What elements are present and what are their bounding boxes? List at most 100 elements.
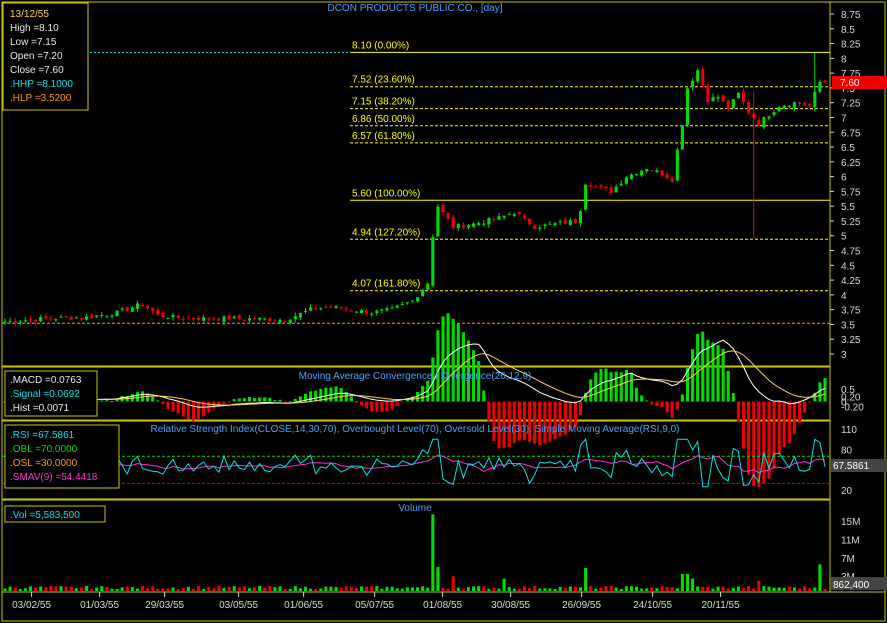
fib-level-label: 5.60 (100.00%) <box>352 188 420 199</box>
candle-body <box>263 318 267 320</box>
date-tick-label: 05/07/55 <box>355 600 394 611</box>
candle-body <box>517 212 521 215</box>
candle-body <box>792 102 796 108</box>
macd-histogram-bar <box>808 401 812 403</box>
candle-body <box>782 105 786 109</box>
price-tick-label: 5.5 <box>841 202 855 213</box>
info-close: Close =7.60 <box>10 65 64 76</box>
candle-body <box>528 218 532 225</box>
macd-histogram-bar <box>278 399 282 402</box>
macd-histogram-bar <box>166 401 170 410</box>
volume-bar <box>74 588 78 591</box>
rsi-value: .RSI =67.5861 <box>10 430 75 441</box>
macd-histogram-bar <box>650 401 654 405</box>
volume-bar <box>151 586 155 591</box>
candle-body <box>691 80 695 88</box>
volume-bar <box>49 586 53 591</box>
macd-axis: 0.50.200-0.20 <box>841 385 864 414</box>
volume-bar <box>716 586 720 591</box>
volume-bar <box>660 586 664 591</box>
macd-histogram-bar <box>512 401 516 444</box>
volume-bar <box>232 586 236 591</box>
panel-frames <box>1 1 886 622</box>
axis-column-frame <box>829 1 886 593</box>
candle-body <box>23 320 27 322</box>
volume-axis: 15M11M7M3M <box>841 517 860 583</box>
volume-bar <box>502 578 506 591</box>
info-high: High =8.10 <box>10 23 59 34</box>
candle-body <box>370 313 374 315</box>
candle-body <box>808 103 812 106</box>
candle-body <box>120 308 124 310</box>
macd-histogram-bar <box>492 401 496 442</box>
candle-body <box>18 321 22 323</box>
date-tick-label: 03/02/55 <box>12 600 51 611</box>
candle-body <box>777 107 781 112</box>
macd-histogram-bar <box>196 401 201 421</box>
rsi-smav-value: .SMAV(9) =54.4418 <box>10 472 98 483</box>
macd-histogram-bar <box>721 348 725 402</box>
candle-body <box>655 170 659 173</box>
volume-bar <box>645 588 649 591</box>
volume-bar <box>482 586 486 591</box>
candle-body <box>762 117 766 128</box>
volume-bar <box>140 585 145 591</box>
price-tick-label: 3.25 <box>841 335 861 346</box>
macd-histogram-bar <box>528 401 532 442</box>
macd-histogram-bar <box>365 401 369 409</box>
macd-histogram-bar <box>222 401 226 404</box>
volume-bar <box>339 587 343 591</box>
volume-bar <box>808 588 812 591</box>
candle-body <box>696 70 700 82</box>
candle-body <box>410 300 414 302</box>
candle-body <box>217 318 221 321</box>
macd-histogram-bar <box>578 401 583 416</box>
candle-body <box>400 304 404 306</box>
volume-bar <box>222 587 226 591</box>
candle-body <box>69 317 73 320</box>
macd-histogram-bar <box>227 401 231 403</box>
volume-bar <box>23 588 27 591</box>
candle-body <box>558 221 562 223</box>
volume-bar <box>665 586 669 591</box>
price-tick-label: 6 <box>841 173 847 184</box>
candle-body <box>329 306 333 308</box>
candle-body <box>706 85 710 103</box>
candle-body <box>354 311 358 313</box>
price-axis: 8.758.58.2587.757.57.2576.756.56.2565.75… <box>830 10 861 361</box>
rsi-title: Relative Strength Index(CLOSE,14,30,70),… <box>151 424 680 435</box>
volume-bar <box>466 587 471 591</box>
candle-body <box>390 307 394 309</box>
volume-bar <box>772 587 776 591</box>
candle-body <box>660 170 664 176</box>
volume-bar <box>100 586 104 591</box>
macd-histogram-bar <box>288 401 292 403</box>
candle-body <box>79 318 83 320</box>
macd-value: .MACD =0.0763 <box>10 375 82 386</box>
macd-histogram-bar <box>370 401 374 412</box>
candle-body <box>278 319 282 323</box>
candle-body <box>645 169 649 172</box>
volume-bar <box>54 586 58 591</box>
volume-bar <box>487 588 491 591</box>
volume-bar <box>242 586 246 591</box>
stock-chart: 8.10 (0.00%) 7.52 (23.60%) 7.15 (38.20%) 6.… <box>1 1 887 622</box>
volume-bar <box>696 586 700 591</box>
volume-bar <box>507 587 511 591</box>
candle-body <box>309 307 313 311</box>
candle-body <box>823 80 827 83</box>
candle-body <box>568 220 572 225</box>
rsi-info-box: .RSI =67.5861 .OBL =70.0000 .OSL =30.000… <box>4 424 120 489</box>
macd-histogram-bar <box>263 397 267 402</box>
macd-histogram-bar <box>797 401 802 423</box>
volume-bar <box>818 564 822 591</box>
candle-body <box>487 218 491 225</box>
candle-body <box>533 225 537 230</box>
volume-bar <box>767 586 771 591</box>
candle-body <box>466 225 471 228</box>
candle-body <box>640 170 644 176</box>
info-hhp: .HHP =8.1000 <box>10 79 73 90</box>
volume-value: .Vol =5,583,500 <box>10 510 80 521</box>
candle-body <box>787 105 791 107</box>
candle-body <box>426 283 430 290</box>
